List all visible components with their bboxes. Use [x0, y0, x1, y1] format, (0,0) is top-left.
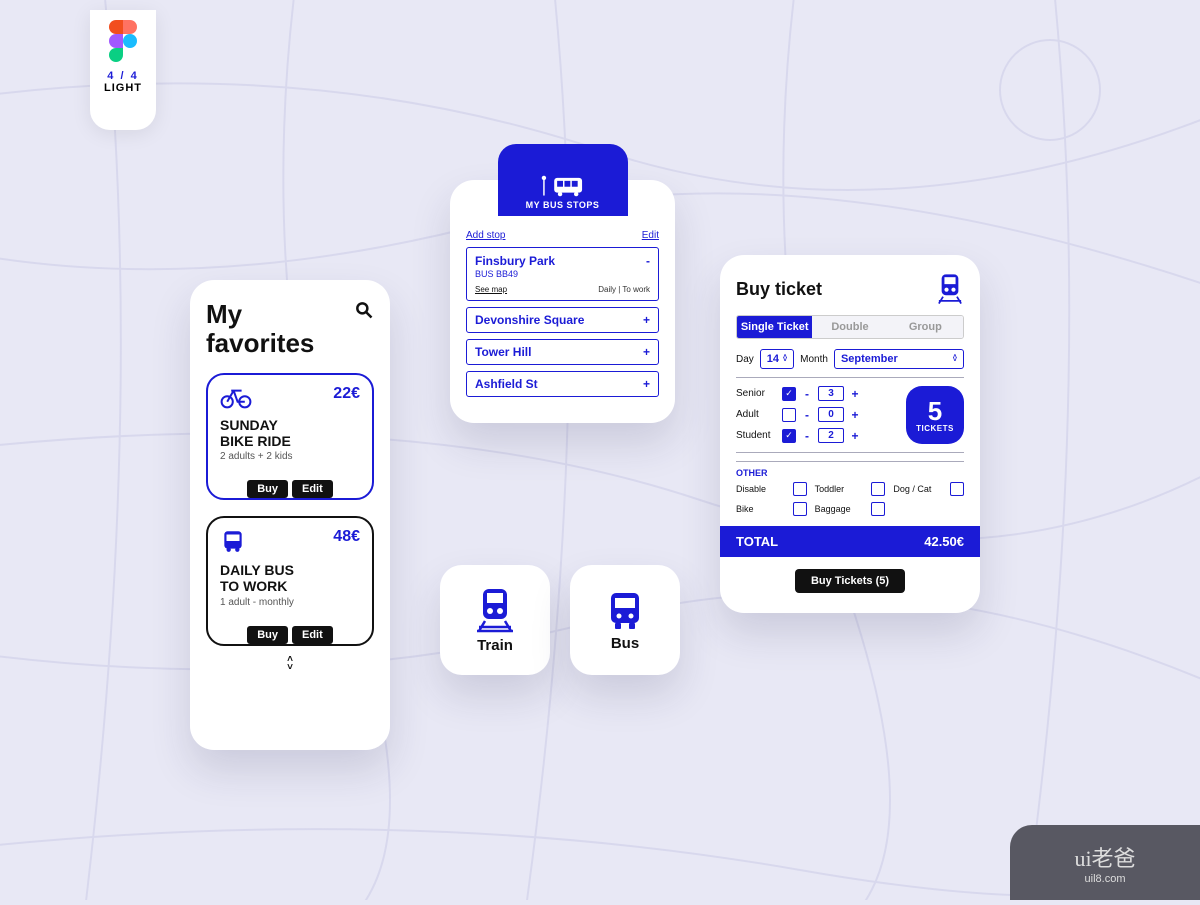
other-option: Bike [736, 502, 807, 516]
checkbox[interactable] [950, 482, 964, 496]
bus-icon [605, 589, 645, 631]
bus-stop-expanded[interactable]: Finsbury Park - BUS BB49 See map Daily | T… [466, 247, 659, 301]
qty-field[interactable]: 3 [818, 386, 844, 401]
other-option: Baggage [815, 502, 886, 516]
figma-badge: 4 / 4 LIGHT [90, 10, 156, 130]
bus-stop-row[interactable]: Devonshire Square+ [466, 307, 659, 333]
buy-tickets-button[interactable]: Buy Tickets (5) [795, 569, 905, 593]
other-label: OTHER [736, 461, 964, 478]
passenger-row: Adult-0+ [736, 407, 896, 422]
passenger-row: Student✓-2+ [736, 428, 896, 443]
add-stop-link[interactable]: Add stop [466, 230, 505, 241]
expand-icon[interactable]: + [643, 313, 650, 327]
passenger-row: Senior✓-3+ [736, 386, 896, 401]
favorite-sub: 2 adults + 2 kids [220, 451, 360, 462]
favorites-title: My favorites [206, 300, 314, 357]
badge-label: LIGHT [104, 82, 142, 94]
favorite-price: 48€ [333, 528, 360, 546]
bus-stop-row[interactable]: Ashfield St+ [466, 371, 659, 397]
stop-sub: BUS BB49 [475, 269, 650, 279]
qty-field[interactable]: 2 [818, 428, 844, 443]
favorite-item[interactable]: 22€ SUNDAY BIKE RIDE 2 adults + 2 kids B… [206, 373, 374, 500]
stepper-icon[interactable]: ˄˅ [783, 356, 787, 363]
collapse-icon[interactable]: - [646, 254, 650, 268]
stepper-icon[interactable]: ˄˅ [953, 356, 957, 363]
minus-button[interactable]: - [802, 387, 812, 401]
tab-group[interactable]: Group [888, 316, 963, 338]
total-bar: TOTAL 42.50€ [720, 526, 980, 557]
stop-name: Finsbury Park [475, 254, 555, 268]
checkbox[interactable] [871, 482, 885, 496]
bus-stop-row[interactable]: Tower Hill+ [466, 339, 659, 365]
day-stepper[interactable]: 14˄˅ [760, 349, 794, 369]
badge-number: 4 / 4 [107, 70, 138, 82]
minus-button[interactable]: - [802, 429, 812, 443]
buy-ticket-card: Buy ticket Single Ticket Double Group Da… [720, 255, 980, 613]
plus-button[interactable]: + [850, 387, 860, 401]
checkbox[interactable] [871, 502, 885, 516]
checkbox[interactable]: ✓ [782, 429, 796, 443]
checkbox[interactable] [793, 502, 807, 516]
buy-button[interactable]: Buy [247, 480, 288, 498]
plus-button[interactable]: + [850, 408, 860, 422]
ticket-title: Buy ticket [736, 279, 822, 300]
checkbox[interactable] [782, 408, 796, 422]
bus-stops-tab: MY BUS STOPS [498, 144, 628, 216]
favorite-name: DAILY BUS TO WORK [220, 562, 360, 594]
expand-icon[interactable]: + [643, 345, 650, 359]
stop-tag: Daily | To work [598, 285, 650, 294]
figma-logo-icon [109, 20, 137, 62]
qty-field[interactable]: 0 [818, 407, 844, 422]
checkbox[interactable]: ✓ [782, 387, 796, 401]
ticket-count-badge: 5 TICKETS [906, 386, 964, 444]
bus-stops-label: MY BUS STOPS [526, 200, 600, 210]
scroll-indicator-icon[interactable]: ˄˅ [206, 656, 374, 672]
map-background [0, 0, 1200, 900]
tile-label: Bus [611, 635, 639, 652]
bus-stops-card: MY BUS STOPS Add stop Edit Finsbury Park… [450, 180, 675, 423]
plus-button[interactable]: + [850, 429, 860, 443]
expand-icon[interactable]: + [643, 377, 650, 391]
tab-double[interactable]: Double [812, 316, 887, 338]
minus-button[interactable]: - [802, 408, 812, 422]
train-icon [936, 273, 964, 305]
total-amount: 42.50€ [924, 534, 964, 549]
favorite-price: 22€ [333, 385, 360, 403]
month-stepper[interactable]: September˄˅ [834, 349, 964, 369]
favorite-name: SUNDAY BIKE RIDE [220, 417, 360, 449]
bike-icon [220, 385, 252, 409]
edit-stops-link[interactable]: Edit [642, 230, 659, 241]
watermark: ui老爸 uil8.com [1010, 825, 1200, 900]
favorite-item[interactable]: 48€ DAILY BUS TO WORK 1 adult - monthly … [206, 516, 374, 645]
ticket-tabs: Single Ticket Double Group [736, 315, 964, 339]
bus-tile[interactable]: Bus [570, 565, 680, 675]
bus-stop-icon [541, 174, 585, 198]
see-map-link[interactable]: See map [475, 285, 507, 294]
bus-icon [220, 528, 246, 554]
day-label: Day [736, 354, 754, 365]
other-option: Dog / Cat [893, 482, 964, 496]
month-label: Month [800, 354, 828, 365]
edit-button[interactable]: Edit [292, 626, 333, 644]
other-option: Disable [736, 482, 807, 496]
edit-button[interactable]: Edit [292, 480, 333, 498]
tile-label: Train [477, 637, 513, 654]
train-icon [475, 587, 515, 633]
other-option: Toddler [815, 482, 886, 496]
train-tile[interactable]: Train [440, 565, 550, 675]
checkbox[interactable] [793, 482, 807, 496]
tab-single[interactable]: Single Ticket [737, 316, 812, 338]
buy-button[interactable]: Buy [247, 626, 288, 644]
favorites-card: My favorites 22€ SUNDAY BIKE RIDE 2 adul… [190, 280, 390, 750]
favorite-sub: 1 adult - monthly [220, 597, 360, 608]
search-icon[interactable] [354, 300, 374, 320]
